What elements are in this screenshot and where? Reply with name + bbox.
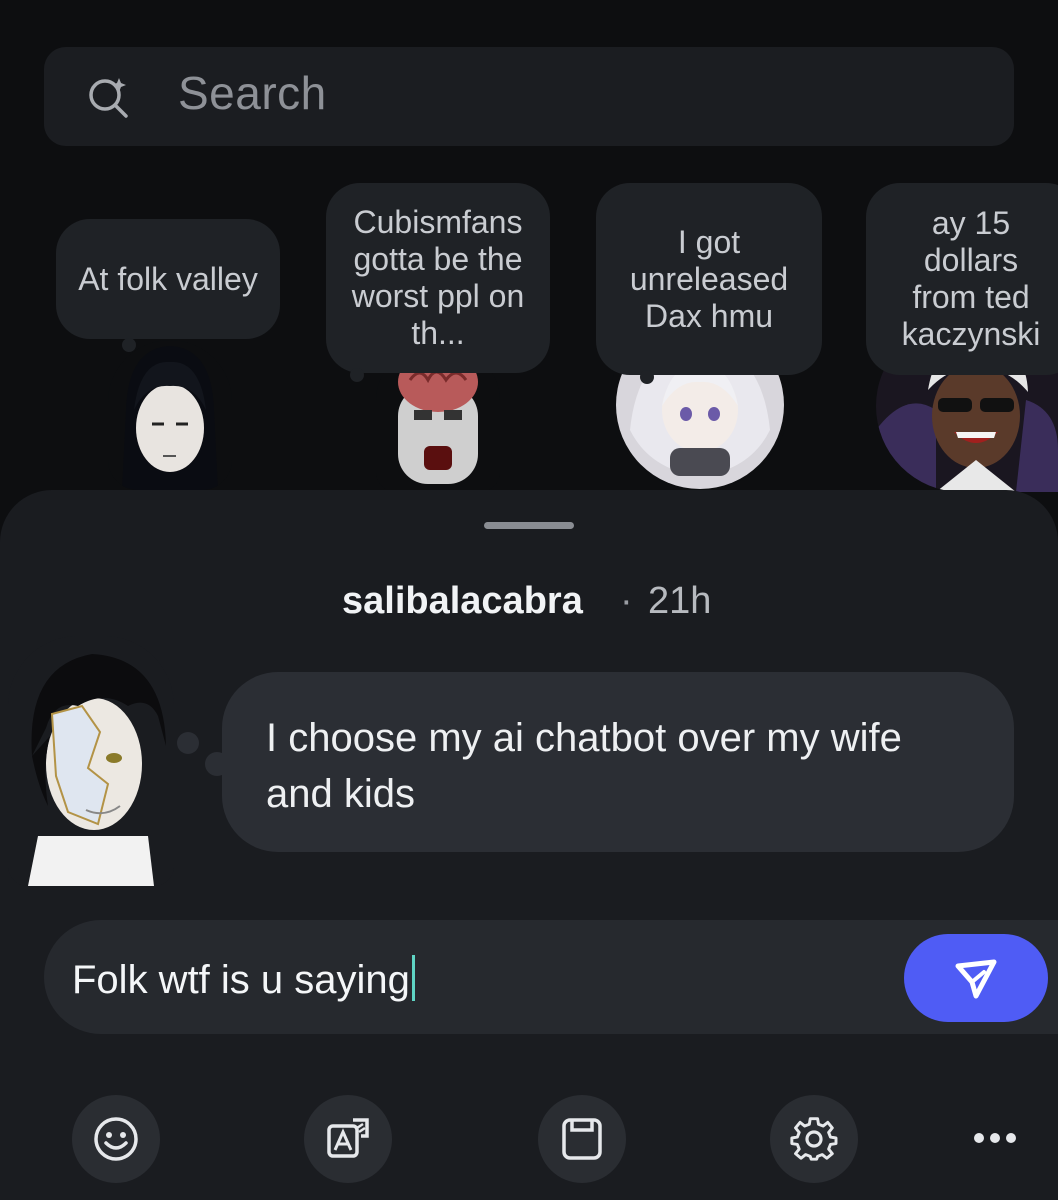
note-bubble-tail xyxy=(640,370,654,384)
note-text: I got unreleased Dax hmu xyxy=(629,223,789,334)
settings-button[interactable] xyxy=(770,1095,858,1183)
emoji-button[interactable] xyxy=(72,1095,160,1183)
save-button[interactable] xyxy=(538,1095,626,1183)
search-input[interactable]: Search xyxy=(178,66,327,120)
note-bubble-tail xyxy=(122,338,136,352)
note-timestamp: 21h xyxy=(648,580,712,622)
sheet-drag-handle[interactable] xyxy=(484,522,574,529)
note-author-avatar[interactable] xyxy=(8,636,174,886)
note-text: At folk valley xyxy=(78,260,258,297)
message-bubble-tail xyxy=(177,732,199,754)
search-sparkle-icon xyxy=(89,78,128,118)
more-icon[interactable] xyxy=(968,1120,1022,1156)
note-author: salibalacabra xyxy=(342,580,583,622)
note-bubble[interactable]: I got unreleased Dax hmu xyxy=(596,183,822,375)
settings-icon xyxy=(790,1117,838,1161)
note-bubble[interactable]: ay 15 dollars from ted kaczynski xyxy=(866,183,1058,375)
translate-button[interactable] xyxy=(304,1095,392,1183)
note-message-text: I choose my ai chatbot over my wife and … xyxy=(266,716,902,816)
send-icon xyxy=(955,959,997,999)
note-bubble[interactable]: Cubismfans gotta be the worst ppl on th.… xyxy=(326,183,550,373)
send-button[interactable] xyxy=(904,934,1048,1022)
note-bubble[interactable]: At folk valley xyxy=(56,219,280,339)
note-text: Cubismfans gotta be the worst ppl on th.… xyxy=(351,204,525,351)
text-caret xyxy=(411,955,415,1001)
note-bubble-tail xyxy=(350,368,364,382)
reply-input-value[interactable]: Folk wtf is u saying xyxy=(72,955,415,1003)
emoji-icon xyxy=(94,1117,138,1161)
translate-icon xyxy=(327,1118,369,1158)
save-icon xyxy=(562,1118,602,1160)
header-separator: · xyxy=(620,580,633,622)
note-text: ay 15 dollars from ted kaczynski xyxy=(901,205,1041,352)
note-avatar[interactable] xyxy=(108,340,232,490)
